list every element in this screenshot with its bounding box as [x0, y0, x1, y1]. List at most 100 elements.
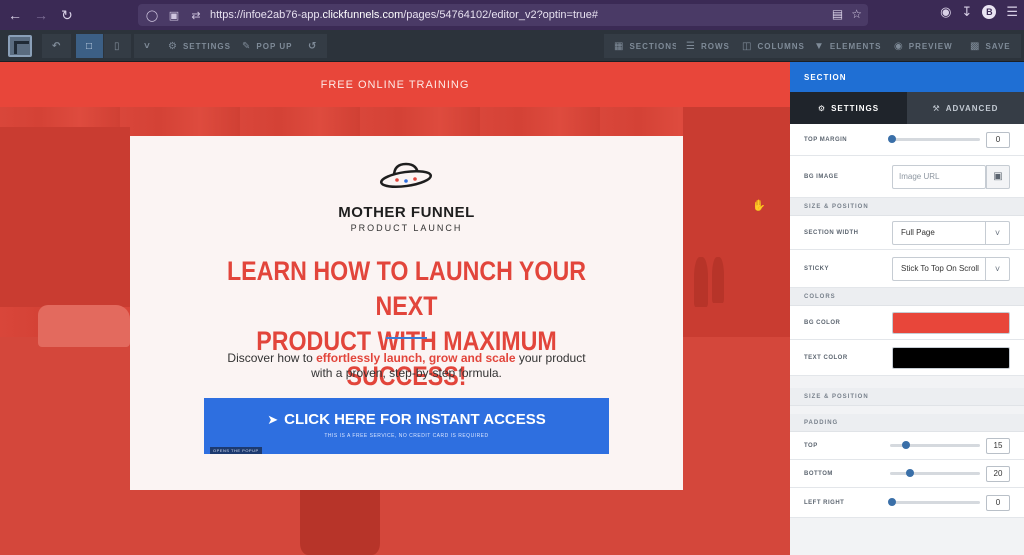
elements-button[interactable]: ▼ ELEMENTS [804, 34, 892, 58]
cta-main-label: ➤ CLICK HERE FOR INSTANT ACCESS [204, 411, 609, 428]
reader-view-icon[interactable]: ▤ [832, 7, 843, 21]
slider-handle[interactable] [888, 135, 896, 143]
back-icon[interactable]: ← [4, 4, 26, 26]
cta-button[interactable]: ➤ CLICK HERE FOR INSTANT ACCESS THIS IS A… [204, 398, 609, 454]
bg-building-left [0, 127, 130, 307]
wrench-icon: ⚒ [932, 103, 941, 113]
group-size-position: SIZE & POSITION [790, 198, 1024, 216]
address-bar[interactable]: ◯ ▣ ⇄ https://infoe2ab76-app.clickfunnel… [138, 4, 868, 26]
section-header[interactable]: FREE ONLINE TRAINING [0, 62, 790, 107]
text-color-label: TEXT COLOR [804, 354, 848, 361]
tab-advanced-label: ADVANCED [945, 103, 999, 113]
section-width-value: Full Page [901, 228, 935, 237]
mobile-view-button[interactable]: ▯ [104, 34, 131, 58]
history-icon: ↺ [308, 40, 318, 52]
padding-top-row: TOP 15 [790, 432, 1024, 460]
forward-icon[interactable]: → [30, 4, 52, 26]
bg-pedestrian [694, 257, 708, 307]
panel-tabs: ⚙ SETTINGS ⚒ ADVANCED [790, 92, 1024, 124]
padding-top-label: TOP [804, 442, 818, 449]
slider-handle[interactable] [906, 469, 914, 477]
chevron-down-icon: ˅ [144, 40, 151, 52]
save-label: SAVE [985, 41, 1011, 51]
tab-settings-label: SETTINGS [831, 103, 880, 113]
section-width-row: SECTION WIDTH Full Page ˅ [790, 216, 1024, 250]
clickfunnels-logo[interactable] [8, 35, 32, 57]
padding-bottom-label: BOTTOM [804, 470, 833, 477]
padding-top-slider[interactable] [890, 441, 980, 449]
pocket-icon[interactable]: ◉ [940, 4, 951, 20]
bg-color-row: BG COLOR [790, 306, 1024, 340]
preview-button[interactable]: ◉ PREVIEW [884, 34, 963, 58]
chevron-down-icon: ˅ [985, 257, 1009, 280]
slider-handle[interactable] [888, 498, 896, 506]
tab-advanced[interactable]: ⚒ ADVANCED [907, 92, 1024, 124]
elements-label: ELEMENTS [829, 41, 882, 51]
chevron-down-icon: ˅ [985, 221, 1009, 244]
shield-icon: ◯ [145, 9, 159, 22]
text-color-swatch[interactable] [892, 346, 1010, 369]
description[interactable]: Discover how to effortlessly launch, gro… [180, 351, 633, 381]
padding-top-input[interactable]: 15 [986, 437, 1010, 454]
panel-title: SECTION [790, 62, 1024, 92]
editor-canvas[interactable]: FREE ONLINE TRAINING MOTHER FUNNEL PRODU… [0, 62, 790, 555]
top-margin-row: TOP MARGIN 0 [790, 124, 1024, 156]
padding-leftright-row: LEFT RIGHT 0 [790, 488, 1024, 518]
menu-icon[interactable]: ☰ [1006, 4, 1018, 20]
section-width-select[interactable]: Full Page ˅ [892, 220, 1010, 245]
headline-line-1: LEARN HOW TO LAUNCH YOUR NEXT [226, 256, 587, 321]
top-margin-input[interactable]: 0 [986, 131, 1010, 148]
bg-image-url-input[interactable]: Image URL [892, 164, 986, 189]
download-icon[interactable]: ↧ [961, 4, 972, 20]
cta-main-text: CLICK HERE FOR INSTANT ACCESS [284, 411, 546, 428]
desc-text-1: Discover how to [227, 351, 317, 365]
image-picker-icon[interactable]: ▣ [986, 164, 1010, 189]
reload-icon[interactable]: ↻ [56, 4, 78, 26]
history-button[interactable]: ↺ [298, 34, 328, 58]
mouse-cursor-icon: ✋ [752, 200, 766, 212]
gear-icon: ⚙ [168, 40, 178, 52]
columns-icon: ◫ [742, 40, 753, 52]
gear-icon: ⚙ [817, 103, 827, 113]
padding-bottom-row: BOTTOM 20 [790, 460, 1024, 488]
save-button[interactable]: ▩ SAVE [960, 34, 1021, 58]
sticky-select[interactable]: Stick To Top On Scroll ˅ [892, 256, 1010, 281]
sticky-label: STICKY [804, 265, 830, 272]
bookmark-star-icon[interactable]: ☆ [851, 7, 862, 21]
undo-icon: ↶ [52, 40, 62, 52]
slider-handle[interactable] [902, 441, 910, 449]
sticky-row: STICKY Stick To Top On Scroll ˅ [790, 250, 1024, 288]
undo-button[interactable]: ↶ [42, 34, 72, 58]
columns-button[interactable]: ◫ COLUMNS [732, 34, 815, 58]
account-avatar[interactable]: B [982, 5, 997, 19]
sections-icon: ▦ [614, 40, 625, 52]
preview-label: PREVIEW [908, 41, 953, 51]
bg-car [38, 305, 130, 347]
rows-button[interactable]: ☰ ROWS [676, 34, 740, 58]
tab-settings[interactable]: ⚙ SETTINGS [790, 92, 907, 124]
cta-popup-tag: OPENS THE POPUP [210, 447, 262, 454]
header-text: FREE ONLINE TRAINING [320, 78, 470, 91]
hero-card[interactable]: MOTHER FUNNEL PRODUCT LAUNCH LEARN HOW T… [130, 136, 683, 490]
top-margin-slider[interactable] [888, 135, 980, 143]
lock-icon: ▣ [168, 9, 180, 22]
text-color-row: TEXT COLOR [790, 340, 1024, 376]
desc-highlight: effortlessly launch, grow and scale [316, 351, 516, 365]
bg-color-swatch[interactable] [892, 311, 1010, 334]
brand-name: MOTHER FUNNEL [338, 204, 475, 221]
desktop-view-button[interactable]: □ [76, 34, 104, 58]
padding-leftright-input[interactable]: 0 [986, 494, 1010, 511]
settings-button[interactable]: ⚙ SETTINGS [158, 34, 241, 58]
dropdown-button[interactable]: ˅ [134, 34, 161, 58]
eye-icon: ◉ [894, 40, 904, 52]
mobile-icon: ▯ [114, 40, 121, 52]
padding-bottom-input[interactable]: 20 [986, 465, 1010, 482]
padding-bottom-slider[interactable] [890, 469, 980, 477]
section-width-label: SECTION WIDTH [804, 229, 859, 236]
browser-bar: ← → ↻ ◯ ▣ ⇄ https://infoe2ab76-app.click… [0, 0, 1024, 30]
group-colors: COLORS [790, 288, 1024, 306]
popup-button[interactable]: ✎ POP UP [232, 34, 303, 58]
sticky-value: Stick To Top On Scroll [901, 264, 979, 273]
rows-label: ROWS [700, 41, 730, 51]
padding-leftright-slider[interactable] [888, 498, 980, 506]
